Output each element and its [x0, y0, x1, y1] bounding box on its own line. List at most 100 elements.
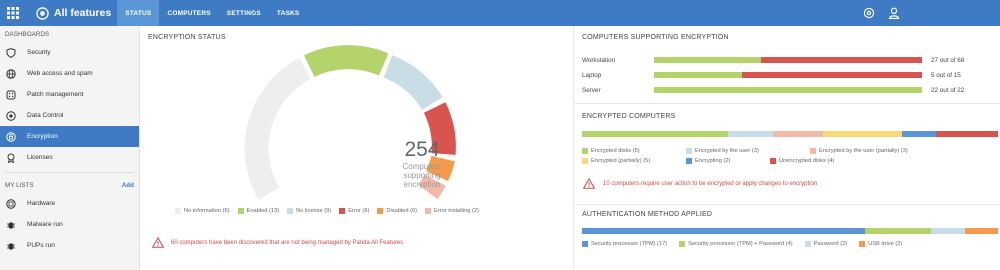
sidebar: DASHBOARDS Security Web access and spam … — [0, 26, 140, 270]
supporting-row-workstation[interactable]: Workstation 27 out of 68 — [582, 55, 994, 65]
legend-swatch — [582, 241, 588, 247]
legend-item[interactable]: Encrypted disks (5) — [582, 148, 677, 154]
legend-swatch — [425, 208, 432, 214]
brand[interactable]: All features — [36, 0, 111, 26]
data-control-icon — [6, 110, 16, 121]
warning-icon — [583, 178, 595, 189]
encrypted-computers-title: ENCRYPTED COMPUTERS — [582, 113, 676, 120]
legend-swatch — [686, 158, 692, 164]
sidebar-item-data-control[interactable]: Data Control — [0, 105, 139, 126]
add-list-link[interactable]: Add — [122, 182, 134, 189]
sidebar-item-web-access[interactable]: Web access and spam — [0, 63, 139, 84]
supporting-bar — [654, 87, 922, 93]
legend-item[interactable]: Encrypted by the user (3) — [686, 148, 801, 154]
legend-item[interactable]: Encrypted (partially) (5) — [582, 158, 677, 164]
encrypted-computers-bar[interactable] — [582, 131, 998, 137]
legend-swatch — [859, 241, 866, 247]
supported-portion — [654, 87, 922, 93]
bar-segment-usb — [964, 228, 998, 234]
bar-segment-encrypting — [902, 131, 936, 137]
sidebar-item-malware-run[interactable]: Malware run — [0, 214, 139, 235]
dashboards-heading: DASHBOARDS — [5, 30, 50, 38]
sidebar-item-security[interactable]: Security — [0, 42, 139, 63]
legend-swatch — [770, 158, 776, 164]
authentication-bar[interactable] — [582, 228, 998, 234]
bar-segment-encrypted-disks — [582, 131, 728, 137]
bar-segment-encrypted-by-user — [727, 131, 774, 137]
tab-settings[interactable]: SETTINGS — [219, 0, 269, 26]
tab-tasks[interactable]: TASKS — [269, 0, 308, 26]
malware-icon — [7, 221, 15, 229]
sidebar-item-licenses[interactable]: Licenses — [0, 147, 139, 168]
legend-item[interactable]: No license (9) — [287, 208, 331, 214]
sidebar-item-patch-management[interactable]: Patch management — [0, 84, 139, 105]
shield-icon — [6, 47, 16, 58]
supporting-row-server[interactable]: Server 22 out of 22 — [582, 85, 994, 95]
legend-item[interactable]: Unencrypted disks (4) — [770, 158, 834, 164]
sidebar-divider — [5, 172, 134, 173]
legend-swatch — [582, 148, 588, 154]
legend-swatch — [175, 208, 181, 214]
brand-label: All features — [54, 7, 112, 19]
legend-swatch — [679, 241, 686, 247]
authentication-method-panel: AUTHENTICATION METHOD APPLIED Security p… — [575, 205, 1000, 270]
legend-item[interactable]: Error (6) — [339, 208, 369, 214]
gear-icon[interactable] — [863, 7, 875, 19]
user-icon[interactable] — [888, 7, 900, 19]
legend-swatch — [686, 148, 692, 154]
bar-segment-tpm-password — [864, 228, 932, 234]
donut-segment-enabled[interactable] — [303, 45, 389, 78]
supported-portion — [654, 57, 762, 63]
authentication-title: AUTHENTICATION METHOD APPLIED — [582, 211, 713, 218]
hardware-icon — [6, 198, 16, 209]
legend-item[interactable]: Security processor (TPM) + Password (4) — [679, 241, 793, 247]
legend-swatch — [237, 208, 244, 214]
warning-icon — [152, 237, 164, 248]
legend-item[interactable]: Disabled (6) — [377, 208, 417, 214]
pup-icon — [7, 242, 15, 250]
supporting-row-laptop[interactable]: Laptop 5 out of 15 — [582, 70, 994, 80]
legend-item[interactable]: Encrypted by the user (partially) (3) — [810, 148, 908, 154]
encryption-icon — [6, 131, 16, 142]
bar-segment-password — [931, 228, 965, 234]
sidebar-item-hardware[interactable]: Hardware — [0, 193, 139, 214]
supported-portion — [654, 72, 743, 78]
legend-swatch — [339, 208, 346, 214]
user-action-alert[interactable]: 10 computers require user action to be e… — [583, 178, 817, 189]
legend-swatch — [810, 148, 816, 154]
legend-item[interactable]: Security processor (TPM) (17) — [582, 241, 667, 247]
sidebar-item-pups-run[interactable]: PUPs run — [0, 235, 139, 256]
legend-swatch — [582, 158, 588, 164]
legend-item[interactable]: Enabled (13) — [237, 208, 279, 214]
tab-status[interactable]: STATUS — [117, 0, 160, 26]
license-icon — [7, 153, 15, 163]
legend-swatch — [377, 208, 384, 214]
legend-item[interactable]: Error installing (2) — [425, 208, 479, 214]
patch-icon — [6, 90, 16, 99]
legend-item[interactable]: Encrypting (2) — [686, 158, 761, 164]
legend-item[interactable]: Password (2) — [804, 241, 847, 247]
supporting-title: COMPUTERS SUPPORTING ENCRYPTION — [582, 34, 729, 41]
donut-center-label: 254 Computers supporting encryption — [347, 138, 497, 189]
bar-segment-tpm — [582, 228, 865, 234]
globe-icon — [6, 68, 16, 79]
computers-supporting-encryption-panel: COMPUTERS SUPPORTING ENCRYPTION Workstat… — [575, 26, 1000, 104]
my-lists-heading: MY LISTS Add — [5, 181, 134, 189]
donut-segment-no-license[interactable] — [383, 55, 443, 111]
encrypted-computers-legend: Encrypted disks (5) Encrypted by the use… — [582, 146, 992, 166]
bar-segment-encrypted-partially — [823, 131, 903, 137]
sidebar-item-encryption[interactable]: Encryption — [0, 126, 139, 147]
apps-grid-icon[interactable] — [0, 0, 26, 26]
supporting-bar — [654, 57, 922, 63]
bar-segment-unencrypted — [935, 131, 998, 137]
legend-item[interactable]: No information (6) — [175, 208, 230, 214]
legend-item[interactable]: USB drive (2) — [859, 241, 902, 247]
unmanaged-computers-alert[interactable]: 60 computers have been discovered that a… — [152, 237, 403, 248]
encrypted-computers-panel: ENCRYPTED COMPUTERS Encrypted disks (5) … — [575, 104, 1000, 205]
tab-computers[interactable]: COMPUTERS — [159, 0, 218, 26]
donut-segment-no-information[interactable] — [244, 57, 311, 200]
center-line-1: Computers — [402, 162, 442, 171]
legend-swatch — [287, 208, 294, 214]
center-line-3: encryption — [403, 180, 441, 189]
legend-swatch — [804, 241, 811, 247]
